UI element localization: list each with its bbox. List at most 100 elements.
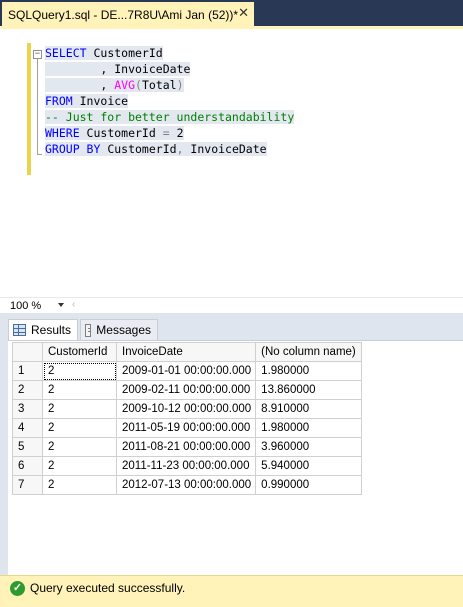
code-token: AVG (114, 78, 136, 92)
selected-text: -- Just for better understandability (45, 110, 295, 124)
document-tab-strip: SQLQuery1.sql - DE...7R8U\Ami Jan (52))*… (0, 0, 463, 26)
cell-no-column-name[interactable]: 0.990000 (255, 475, 363, 495)
code-line: GROUP BY CustomerId, InvoiceDate (45, 141, 294, 157)
code-token: = (162, 126, 170, 140)
cell-invoicedate[interactable]: 2009-01-01 00:00:00.000 (115, 361, 257, 381)
outline-guide-line (37, 59, 38, 154)
code-token: CustomerId (100, 142, 177, 156)
table-row[interactable]: 4 2 2011-05-19 00:00:00.000 1.980000 (12, 418, 363, 438)
code-token: , InvoiceDate (45, 62, 191, 76)
code-line: -- Just for better understandability (45, 109, 295, 125)
status-message: Query executed successfully. (30, 581, 186, 595)
code-token: 2 (169, 126, 184, 140)
editor-margin (0, 29, 24, 297)
cell-customerid[interactable]: 2 (42, 418, 117, 438)
row-number-cell[interactable]: 4 (12, 418, 43, 438)
column-header-invoicedate[interactable]: InvoiceDate (115, 342, 257, 362)
selected-text: GROUP BY CustomerId, InvoiceDate (45, 142, 267, 156)
row-number-cell[interactable]: 1 (12, 361, 43, 381)
table-row[interactable]: 1 2 2009-01-01 00:00:00.000 1.980000 (12, 361, 363, 381)
column-header-no-column-name[interactable]: (No column name) (255, 342, 363, 362)
code-line: SELECT CustomerId (45, 45, 294, 61)
tab-messages-label: Messages (96, 323, 151, 337)
code-token: Total (141, 78, 177, 92)
status-bar: ✓ Query executed successfully. (0, 575, 463, 607)
cell-invoicedate[interactable]: 2009-10-12 00:00:00.000 (115, 399, 257, 419)
selected-text: , InvoiceDate (45, 62, 191, 76)
cell-invoicedate[interactable]: 2011-11-23 00:00:00.000 (115, 456, 257, 476)
code-token: ( (135, 78, 142, 92)
result-tabs: Results Messages (0, 313, 463, 340)
code-line: , InvoiceDate (45, 61, 294, 77)
cell-customerid[interactable]: 2 (42, 380, 117, 400)
cell-no-column-name[interactable]: 1.980000 (255, 361, 363, 381)
code-token: InvoiceDate (183, 142, 267, 156)
code-token: -- Just for better understandability (45, 110, 295, 124)
column-header-customerid[interactable]: CustomerId (42, 342, 117, 362)
code-token: GROUP BY (45, 142, 101, 156)
cell-customerid[interactable]: 2 (42, 361, 117, 381)
document-tab[interactable]: SQLQuery1.sql - DE...7R8U\Ami Jan (52))*… (2, 2, 254, 26)
cell-invoicedate[interactable]: 2012-07-13 00:00:00.000 (115, 475, 257, 495)
table-row[interactable]: 5 2 2011-08-21 00:00:00.000 3.960000 (12, 437, 363, 457)
close-icon[interactable]: ✕ (238, 5, 249, 21)
cell-invoicedate[interactable]: 2009-02-11 00:00:00.000 (115, 380, 257, 400)
code-token: WHERE (45, 126, 80, 140)
table-row[interactable]: 7 2 2012-07-13 00:00:00.000 0.990000 (12, 475, 363, 495)
code-token: CustomerId (79, 126, 163, 140)
collapse-outline-icon[interactable]: − (33, 50, 42, 59)
code-token: ) (176, 78, 184, 92)
row-number-cell[interactable]: 6 (12, 456, 43, 476)
scroll-left-icon[interactable]: ‹ (72, 299, 75, 310)
cell-customerid[interactable]: 2 (42, 399, 117, 419)
cell-no-column-name[interactable]: 5.940000 (255, 456, 363, 476)
check-circle-icon: ✓ (10, 581, 25, 596)
selected-text: WHERE CustomerId = 2 (45, 126, 184, 140)
code-line: , AVG(Total) (45, 77, 294, 93)
zoom-bar: 100 % ‹ (0, 297, 463, 314)
code-token: FROM (45, 94, 73, 108)
sql-code[interactable]: SELECT CustomerId , InvoiceDate , AVG(To… (45, 45, 295, 157)
document-tab-title: SQLQuery1.sql - DE...7R8U\Ami Jan (52))* (8, 8, 239, 22)
change-indicator-bar (27, 43, 31, 175)
grid-icon (13, 324, 26, 336)
selected-text: , AVG(Total) (45, 78, 184, 92)
cell-no-column-name[interactable]: 8.910000 (255, 399, 363, 419)
row-number-cell[interactable]: 7 (12, 475, 43, 495)
tab-results-label: Results (30, 323, 71, 337)
cell-invoicedate[interactable]: 2011-05-19 00:00:00.000 (115, 418, 257, 438)
selected-text: SELECT CustomerId (45, 46, 163, 60)
code-token: Invoice (72, 94, 129, 108)
cell-customerid[interactable]: 2 (42, 437, 117, 457)
grid-corner-cell[interactable] (12, 342, 43, 362)
results-grid-area: CustomerId InvoiceDate (No column name) … (8, 340, 463, 576)
cell-no-column-name[interactable]: 13.860000 (255, 380, 363, 400)
table-row[interactable]: 2 2 2009-02-11 00:00:00.000 13.860000 (12, 380, 363, 400)
row-number-cell[interactable]: 5 (12, 437, 43, 457)
code-token: , (45, 78, 115, 92)
table-row[interactable]: 6 2 2011-11-23 00:00:00.000 5.940000 (12, 456, 363, 476)
chevron-down-icon[interactable] (58, 303, 64, 307)
outline-guide-end (37, 154, 42, 155)
code-token: CustomerId (86, 46, 163, 60)
row-number-cell[interactable]: 3 (12, 399, 43, 419)
code-line: FROM Invoice (45, 93, 294, 109)
cell-no-column-name[interactable]: 3.960000 (255, 437, 363, 457)
zoom-value: 100 % (10, 300, 42, 312)
row-number-cell[interactable]: 2 (12, 380, 43, 400)
code-line: WHERE CustomerId = 2 (45, 125, 294, 141)
table-row[interactable]: 3 2 2009-10-12 00:00:00.000 8.910000 (12, 399, 363, 419)
cell-no-column-name[interactable]: 1.980000 (255, 418, 363, 438)
tab-messages[interactable]: Messages (80, 319, 158, 340)
code-token: SELECT (45, 46, 87, 60)
messages-icon (85, 324, 92, 337)
selected-text: FROM Invoice (45, 94, 129, 108)
cell-invoicedate[interactable]: 2011-08-21 00:00:00.000 (115, 437, 257, 457)
code-token: , (176, 142, 184, 156)
grid-header-row: CustomerId InvoiceDate (No column name) (12, 342, 363, 362)
cell-customerid[interactable]: 2 (42, 456, 117, 476)
cell-customerid[interactable]: 2 (42, 475, 117, 495)
tab-results[interactable]: Results (8, 319, 78, 340)
query-editor[interactable]: − SELECT CustomerId , InvoiceDate , AVG(… (0, 26, 463, 297)
results-grid[interactable]: CustomerId InvoiceDate (No column name) … (12, 342, 363, 495)
